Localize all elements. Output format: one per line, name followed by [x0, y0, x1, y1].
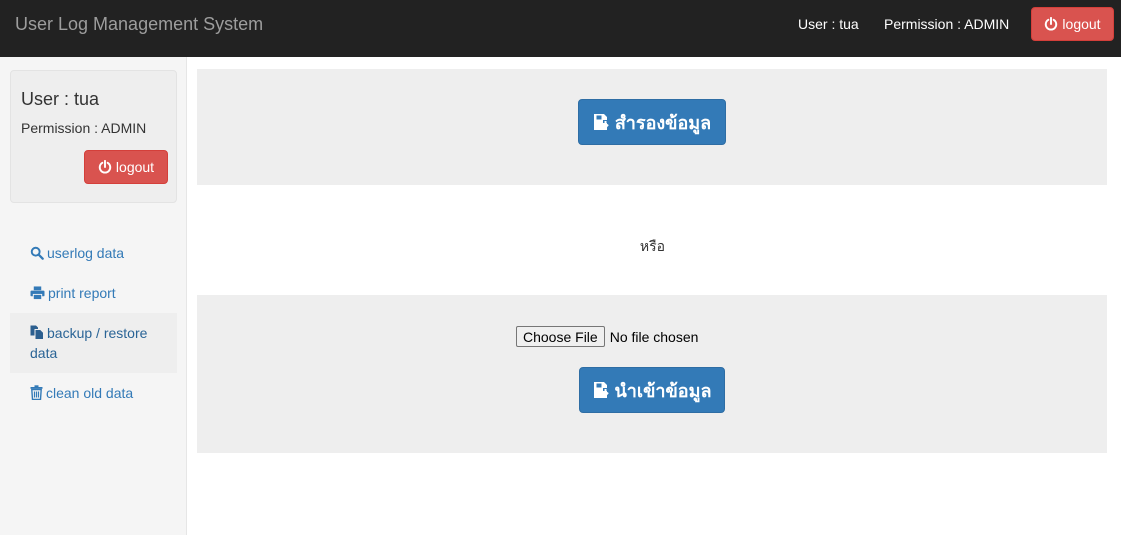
restore-button[interactable]: นำเข้าข้อมูล: [579, 367, 725, 413]
backup-panel: สำรองข้อมูล: [197, 69, 1107, 185]
floppy-import-icon: [593, 114, 609, 130]
choose-file-button[interactable]: Choose File: [516, 326, 605, 347]
sidebar-user-text: User : tua: [21, 89, 100, 109]
restore-button-label: นำเข้าข้อมูล: [614, 380, 712, 401]
navbar-logout-button[interactable]: logout: [1031, 7, 1114, 41]
backup-button-label: สำรองข้อมูล: [614, 112, 712, 133]
power-icon: [98, 160, 112, 174]
sidebar-logout-button[interactable]: logout: [84, 150, 168, 184]
nav-user-text: User : tua: [798, 16, 859, 32]
navbar-logout-label: logout: [1062, 16, 1101, 32]
backup-button[interactable]: สำรองข้อมูล: [578, 99, 726, 145]
trash-icon: [30, 385, 43, 400]
sidebar-item-label: backup / restore data: [30, 325, 148, 361]
sidebar-item-label: print report: [48, 285, 116, 301]
restore-panel: Choose File No file chosen นำเข้าข้อมูล: [197, 295, 1107, 453]
or-separator-text: หรือ: [639, 238, 666, 254]
power-icon: [1045, 17, 1058, 31]
floppy-import-icon: [593, 382, 609, 398]
sidebar-item-print-report[interactable]: print report: [10, 273, 177, 313]
file-input[interactable]: Choose File No file chosen: [516, 326, 698, 347]
user-info-card: User : tua Permission : ADMIN logout: [10, 70, 177, 203]
sidebar: User : tua Permission : ADMIN logout use…: [0, 57, 187, 535]
nav-permission-text: Permission : ADMIN: [884, 16, 1010, 32]
app-title[interactable]: User Log Management System: [15, 0, 263, 50]
sidebar-item-backup-restore[interactable]: backup / restore data: [10, 313, 177, 373]
sidebar-item-clean-old-data[interactable]: clean old data: [10, 373, 177, 413]
print-icon: [30, 286, 45, 300]
top-navbar: User Log Management System User : tua Pe…: [0, 0, 1121, 57]
sidebar-item-label: clean old data: [46, 385, 134, 401]
file-status-text: No file chosen: [609, 328, 699, 345]
sidebar-logout-label: logout: [115, 159, 155, 175]
copy-icon: [30, 325, 44, 340]
sidebar-permission-text: Permission : ADMIN: [21, 120, 147, 136]
